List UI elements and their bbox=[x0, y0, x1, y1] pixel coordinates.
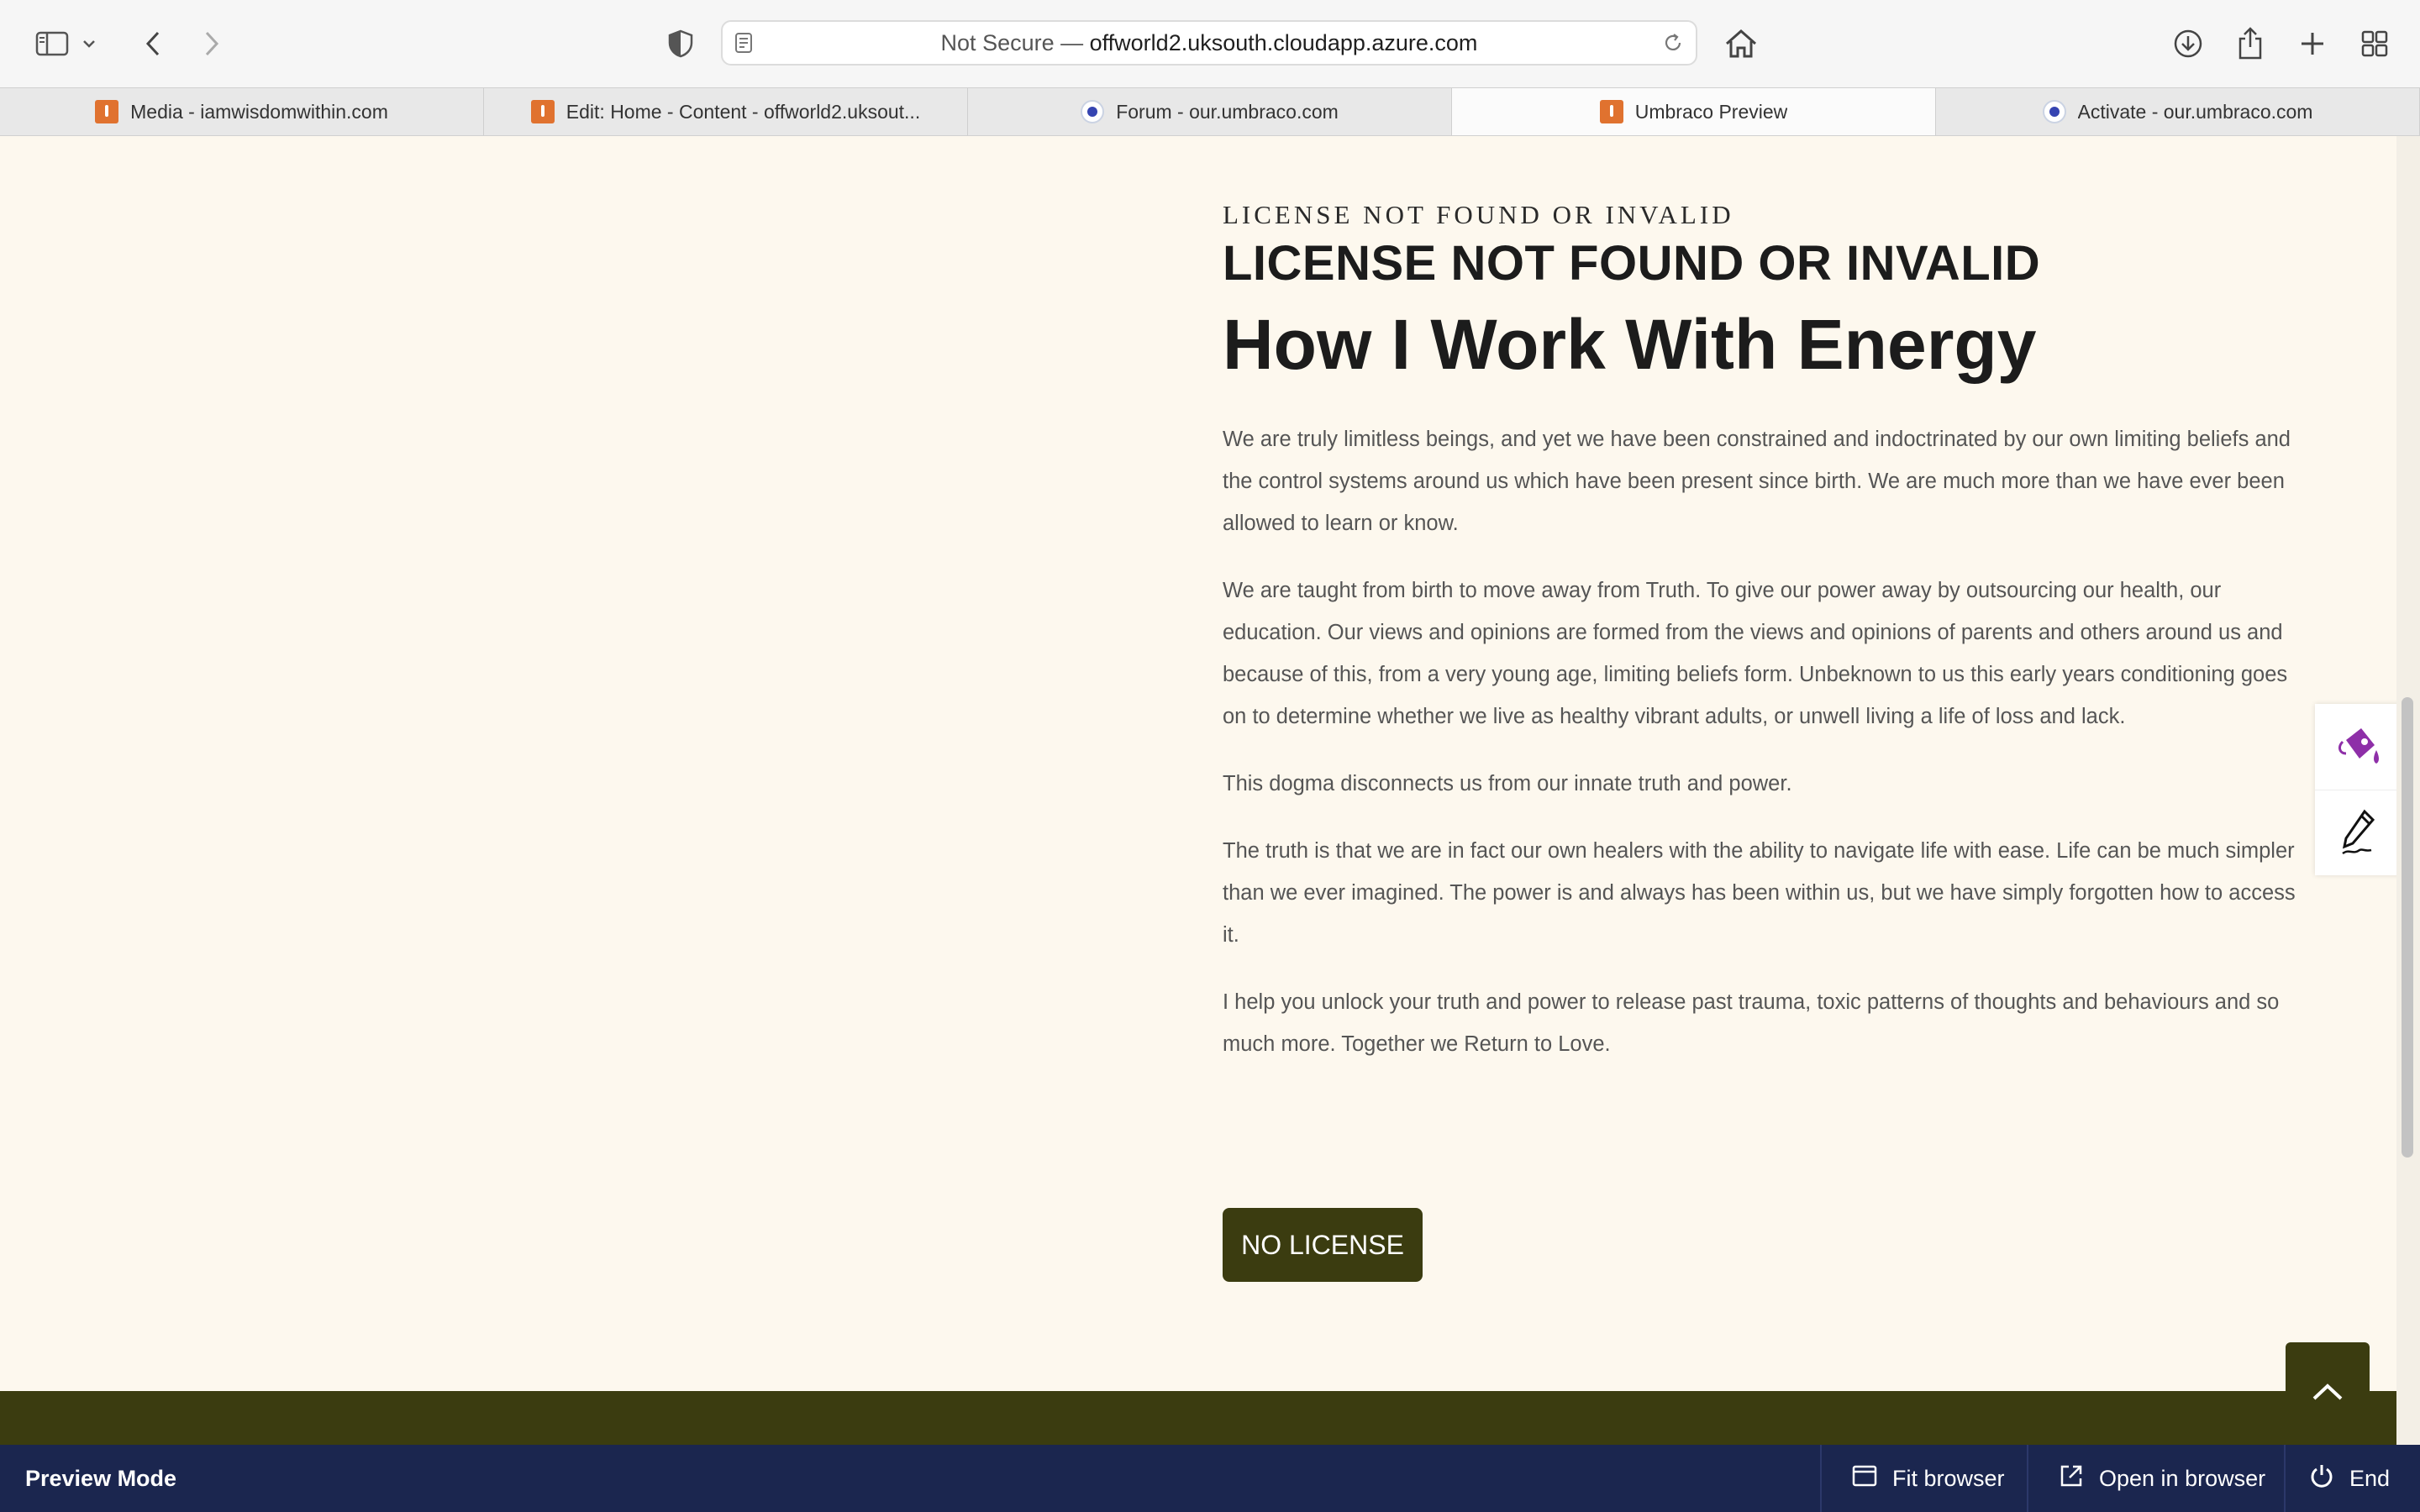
tab-media[interactable]: Media - iamwisdomwithin.com bbox=[0, 88, 484, 135]
home-icon[interactable] bbox=[1719, 22, 1763, 66]
tab-label: Media - iamwisdomwithin.com bbox=[130, 100, 388, 123]
paragraph: This dogma disconnects us from our innat… bbox=[1223, 772, 1792, 795]
tab-umbraco-preview[interactable]: Umbraco Preview bbox=[1452, 88, 1936, 135]
section-subtitle: LICENSE NOT FOUND OR INVALID bbox=[1223, 236, 2041, 291]
side-tools bbox=[2315, 704, 2402, 875]
pen-icon[interactable] bbox=[2315, 790, 2402, 876]
our-umbraco-favicon-icon bbox=[1081, 100, 1105, 123]
external-link-icon bbox=[2059, 1463, 2084, 1494]
paragraph: The truth is that we are in fact our own… bbox=[1223, 839, 2296, 947]
tab-forum[interactable]: Forum - our.umbraco.com bbox=[968, 88, 1452, 135]
preview-bar: Preview Mode Fit browser Open in browser… bbox=[0, 1445, 2420, 1512]
sidebar-icon[interactable] bbox=[30, 22, 74, 66]
new-tab-icon[interactable] bbox=[2291, 22, 2334, 66]
tab-bar: Media - iamwisdomwithin.com Edit: Home -… bbox=[0, 87, 2420, 136]
open-in-browser-label: Open in browser bbox=[2099, 1465, 2266, 1491]
url-text: Not Secure — offworld2.uksouth.cloudapp.… bbox=[723, 22, 1696, 64]
umbraco-favicon-icon bbox=[530, 100, 555, 123]
section-kicker: LICENSE NOT FOUND OR INVALID bbox=[1223, 200, 1734, 229]
tab-edit-home[interactable]: Edit: Home - Content - offworld2.uksout.… bbox=[484, 88, 968, 135]
paragraph: We are truly limitless beings, and yet w… bbox=[1223, 428, 2291, 535]
paragraph: I help you unlock your truth and power t… bbox=[1223, 990, 2280, 1056]
browser-toolbar: Not Secure — offworld2.uksouth.cloudapp.… bbox=[0, 0, 2420, 87]
chevron-up-icon bbox=[2311, 1382, 2344, 1406]
tab-label: Umbraco Preview bbox=[1634, 100, 1788, 123]
fit-browser-button[interactable]: Fit browser bbox=[1820, 1445, 2027, 1512]
scrollbar-thumb[interactable] bbox=[2402, 697, 2413, 1158]
footer-band bbox=[0, 1391, 2396, 1445]
umbraco-favicon-icon bbox=[1599, 100, 1623, 123]
our-umbraco-favicon-icon bbox=[2042, 100, 2066, 123]
forward-icon[interactable] bbox=[190, 22, 234, 66]
url-host: offworld2.uksouth.cloudapp.azure.com bbox=[1089, 30, 1478, 55]
share-icon[interactable] bbox=[2228, 22, 2272, 66]
fit-browser-label: Fit browser bbox=[1892, 1465, 2005, 1491]
shield-icon[interactable] bbox=[659, 22, 702, 66]
tab-activate[interactable]: Activate - our.umbraco.com bbox=[1936, 88, 2420, 135]
download-icon[interactable] bbox=[2166, 22, 2210, 66]
tab-overview-icon[interactable] bbox=[2353, 22, 2396, 66]
preview-mode-label: Preview Mode bbox=[25, 1466, 177, 1491]
tab-label: Activate - our.umbraco.com bbox=[2077, 100, 2313, 123]
umbraco-favicon-icon bbox=[95, 100, 119, 123]
chevron-down-icon[interactable] bbox=[74, 22, 104, 66]
paragraph: We are taught from birth to move away fr… bbox=[1223, 579, 2288, 728]
page-title: How I Work With Energy bbox=[1223, 305, 2037, 384]
end-preview-button[interactable]: End bbox=[2284, 1445, 2420, 1512]
address-bar[interactable]: Not Secure — offworld2.uksouth.cloudapp.… bbox=[721, 20, 1697, 66]
back-icon[interactable] bbox=[131, 22, 175, 66]
open-in-browser-button[interactable]: Open in browser bbox=[2027, 1445, 2284, 1512]
security-label: Not Secure — bbox=[940, 30, 1084, 55]
window-icon bbox=[1852, 1465, 1877, 1493]
power-icon bbox=[2309, 1462, 2334, 1495]
tab-label: Forum - our.umbraco.com bbox=[1116, 100, 1339, 123]
no-license-button[interactable]: NO LICENSE bbox=[1223, 1208, 1423, 1282]
end-label: End bbox=[2349, 1465, 2391, 1491]
scroll-to-top-button[interactable] bbox=[2286, 1342, 2370, 1445]
reload-icon[interactable] bbox=[1662, 32, 1684, 58]
tab-label: Edit: Home - Content - offworld2.uksout.… bbox=[566, 100, 921, 123]
paint-bucket-icon[interactable] bbox=[2315, 704, 2402, 790]
body-text: We are truly limitless beings, and yet w… bbox=[1223, 418, 2307, 1090]
